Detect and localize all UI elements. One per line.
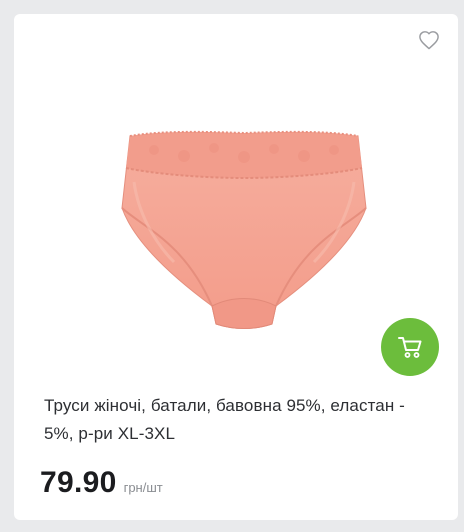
briefs-illustration	[121, 130, 367, 329]
product-price: 79.90	[40, 466, 117, 499]
favorite-button[interactable]	[416, 28, 442, 52]
shopping-cart-icon	[398, 337, 422, 358]
price-block: 79.90 грн/шт	[40, 466, 163, 500]
heart-outline-icon	[419, 31, 439, 50]
price-unit: грн/шт	[123, 480, 163, 495]
product-image[interactable]	[104, 112, 384, 344]
product-title[interactable]: Труси жіночі, батали, бавовна 95%, еласт…	[44, 392, 438, 448]
add-to-cart-button[interactable]	[381, 318, 439, 376]
product-card[interactable]: Труси жіночі, батали, бавовна 95%, еласт…	[14, 14, 458, 520]
